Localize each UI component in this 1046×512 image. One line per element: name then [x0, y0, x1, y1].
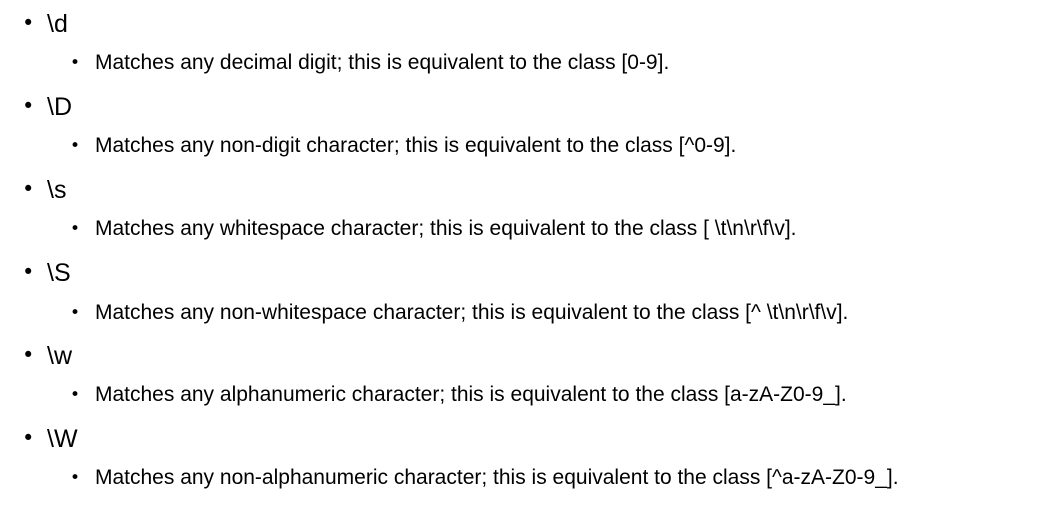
token-row: • \D: [22, 95, 72, 120]
token-label: \d: [47, 10, 68, 38]
sub-bullet-icon: •: [70, 303, 81, 323]
bullet-icon: •: [22, 177, 35, 201]
description-row: • Matches any non-alphanumeric character;…: [70, 467, 899, 488]
bullet-icon: •: [22, 426, 35, 450]
description-text: Matches any non-alphanumeric character; …: [95, 466, 899, 489]
bullet-icon: •: [22, 94, 35, 118]
description-text: Matches any non-whitespace character; th…: [95, 301, 849, 324]
sub-bullet-icon: •: [70, 53, 81, 73]
description-text: Matches any whitespace character; this i…: [95, 217, 797, 240]
token-row: • \S: [22, 261, 71, 286]
description-text: Matches any alphanumeric character; this…: [95, 383, 847, 406]
description-row: • Matches any non-digit character; this i…: [70, 135, 736, 156]
token-label: \D: [47, 93, 72, 121]
bullet-icon: •: [22, 11, 35, 35]
regex-class-list: • \d • Matches any decimal digit; this is …: [0, 0, 1046, 512]
sub-bullet-icon: •: [70, 219, 81, 239]
description-text: Matches any non-digit character; this is…: [95, 134, 737, 157]
description-row: • Matches any non-whitespace character; t…: [70, 302, 848, 323]
description-text: Matches any decimal digit; this is equiv…: [95, 51, 670, 74]
token-label: \W: [47, 425, 78, 453]
token-label: \w: [47, 342, 72, 370]
sub-bullet-icon: •: [70, 385, 81, 405]
token-row: • \w: [22, 344, 72, 369]
description-row: • Matches any whitespace character; this …: [70, 218, 797, 239]
sub-bullet-icon: •: [70, 136, 81, 156]
sub-bullet-icon: •: [70, 468, 81, 488]
token-row: • \s: [22, 178, 66, 203]
description-row: • Matches any alphanumeric character; thi…: [70, 384, 847, 405]
token-label: \S: [47, 259, 71, 287]
bullet-icon: •: [22, 260, 35, 284]
description-row: • Matches any decimal digit; this is equi…: [70, 52, 669, 73]
token-label: \s: [47, 176, 67, 204]
token-row: • \W: [22, 427, 78, 452]
token-row: • \d: [22, 12, 68, 37]
bullet-icon: •: [22, 343, 35, 367]
